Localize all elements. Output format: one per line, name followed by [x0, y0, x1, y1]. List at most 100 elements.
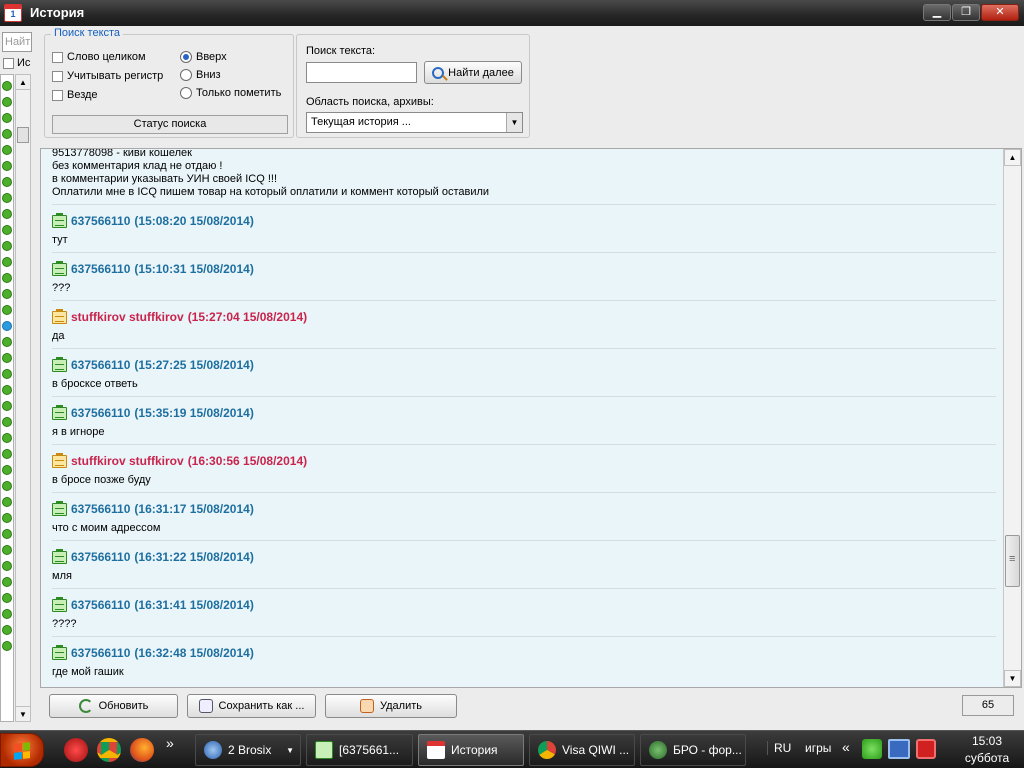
- contact-status-icon[interactable]: [2, 337, 12, 347]
- history-message[interactable]: 637566110 (16:31:17 15/08/2014) что с моим…: [52, 492, 996, 540]
- search-status-button[interactable]: Статус поиска: [52, 115, 288, 134]
- contact-status-icon[interactable]: [2, 81, 12, 91]
- mark-only-radio[interactable]: [180, 87, 192, 99]
- match-case-option[interactable]: Учитывать регистр: [52, 70, 163, 82]
- contact-search-input[interactable]: Найт: [2, 32, 32, 52]
- contact-status-icon[interactable]: [2, 129, 12, 139]
- contact-status-icon[interactable]: [2, 433, 12, 443]
- contact-filter-checkbox[interactable]: [3, 58, 14, 69]
- history-message[interactable]: 637566110 (15:35:19 15/08/2014) я в игноре: [52, 396, 996, 444]
- history-message[interactable]: 637566110 (15:08:20 15/08/2014) тут: [52, 204, 996, 252]
- contact-status-icon[interactable]: [2, 289, 12, 299]
- scroll-up-icon[interactable]: ▲: [16, 75, 30, 90]
- toolbar-games-label[interactable]: игры: [805, 741, 831, 755]
- history-scrollbar[interactable]: ▲ ▼: [1003, 149, 1021, 687]
- contact-status-icon[interactable]: [2, 593, 12, 603]
- contact-status-icon[interactable]: [2, 417, 12, 427]
- task-chrome-qiwi[interactable]: Visa QIWI ...: [529, 734, 635, 766]
- tray-expand-icon[interactable]: «: [842, 739, 850, 755]
- contact-status-icon[interactable]: [2, 481, 12, 491]
- minimize-button[interactable]: ▁: [923, 4, 951, 21]
- contact-status-icon[interactable]: [2, 529, 12, 539]
- chrome-quicklaunch-icon[interactable]: [97, 738, 121, 762]
- contact-status-icon[interactable]: [2, 609, 12, 619]
- match-case-checkbox[interactable]: [52, 70, 63, 82]
- save-as-button[interactable]: Сохранить как ...: [187, 694, 316, 718]
- contact-status-icon[interactable]: [2, 353, 12, 363]
- contact-status-icon[interactable]: [2, 577, 12, 587]
- start-button[interactable]: [0, 733, 44, 767]
- contact-status-icon[interactable]: [2, 641, 12, 651]
- direction-up-radio[interactable]: [180, 51, 192, 63]
- whole-word-option[interactable]: Слово целиком: [52, 51, 146, 63]
- contact-status-icon[interactable]: [2, 113, 12, 123]
- delete-button[interactable]: Удалить: [325, 694, 457, 718]
- icq-tray-icon[interactable]: [862, 739, 882, 759]
- whole-word-checkbox[interactable]: [52, 51, 63, 63]
- chevron-down-icon[interactable]: ▼: [506, 113, 522, 132]
- find-next-button[interactable]: Найти далее: [424, 61, 522, 84]
- search-text-input[interactable]: [306, 62, 417, 83]
- firefox-quicklaunch-icon[interactable]: [130, 738, 154, 762]
- direction-up-option[interactable]: Вверх: [180, 51, 227, 63]
- close-button[interactable]: ✕: [981, 4, 1019, 21]
- contact-status-icon[interactable]: [2, 449, 12, 459]
- contact-status-icon[interactable]: [2, 513, 12, 523]
- contact-status-icon[interactable]: [2, 625, 12, 635]
- contact-status-icon[interactable]: [2, 465, 12, 475]
- contact-tree-scrollbar[interactable]: ▲ ▼: [15, 74, 31, 722]
- history-message[interactable]: 637566110 (15:10:31 15/08/2014)???: [52, 252, 996, 300]
- contact-status-icon[interactable]: [2, 321, 12, 331]
- contact-status-icon[interactable]: [2, 257, 12, 267]
- task-brosix[interactable]: 2 Brosix ▼: [195, 734, 301, 766]
- contact-status-icon[interactable]: [2, 385, 12, 395]
- ok-quicklaunch-icon[interactable]: [64, 738, 88, 762]
- scroll-down-icon[interactable]: ▼: [16, 706, 30, 721]
- history-message[interactable]: 637566110 (16:32:48 15/08/2014) где мой га…: [52, 636, 996, 684]
- task-icq-message[interactable]: [6375661...: [306, 734, 413, 766]
- contact-status-icon[interactable]: [2, 177, 12, 187]
- refresh-button[interactable]: Обновить: [49, 694, 178, 718]
- scroll-up-icon[interactable]: ▲: [1004, 149, 1021, 166]
- search-area-select[interactable]: Текущая история ... ▼: [306, 112, 523, 133]
- contact-status-icon[interactable]: [2, 209, 12, 219]
- direction-down-option[interactable]: Вниз: [180, 69, 221, 81]
- history-scroll-thumb[interactable]: [1005, 535, 1020, 587]
- contact-scroll-thumb[interactable]: [17, 127, 29, 143]
- contact-tree[interactable]: [0, 74, 14, 722]
- language-indicator[interactable]: RU: [767, 741, 791, 755]
- contact-status-icon[interactable]: [2, 193, 12, 203]
- direction-down-radio[interactable]: [180, 69, 192, 81]
- contact-status-icon[interactable]: [2, 273, 12, 283]
- history-message[interactable]: stuffkirov stuffkirov (15:27:04 15/08/201…: [52, 300, 996, 348]
- contact-status-icon[interactable]: [2, 161, 12, 171]
- contact-status-icon[interactable]: [2, 97, 12, 107]
- contact-status-icon[interactable]: [2, 545, 12, 555]
- network-tray-icon[interactable]: [888, 739, 910, 759]
- scroll-down-icon[interactable]: ▼: [1004, 670, 1021, 687]
- message-sender: stuffkirov stuffkirov: [71, 310, 184, 324]
- everywhere-option[interactable]: Везде: [52, 89, 98, 101]
- quicklaunch-more-icon[interactable]: »: [166, 735, 174, 751]
- mark-only-option[interactable]: Только пометить: [180, 87, 281, 99]
- contact-status-icon[interactable]: [2, 241, 12, 251]
- history-message[interactable]: 637566110 (16:31:22 15/08/2014) мля: [52, 540, 996, 588]
- task-history[interactable]: История: [418, 734, 524, 766]
- restore-button[interactable]: ❐: [952, 4, 980, 21]
- history-message[interactable]: stuffkirov stuffkirov (16:30:56 15/08/201…: [52, 444, 996, 492]
- history-message[interactable]: 637566110 (16:31:41 15/08/2014)????: [52, 588, 996, 636]
- history-message[interactable]: 637566110 (15:27:25 15/08/2014) в броcксе …: [52, 348, 996, 396]
- recorder-tray-icon[interactable]: [916, 739, 936, 759]
- title-bar[interactable]: 1 История ▁ ❐ ✕: [0, 0, 1024, 26]
- contact-status-icon[interactable]: [2, 401, 12, 411]
- history-log[interactable]: 9513778098 - киви кошелек без комментари…: [40, 148, 1022, 688]
- everywhere-checkbox[interactable]: [52, 89, 63, 101]
- contact-status-icon[interactable]: [2, 369, 12, 379]
- contact-status-icon[interactable]: [2, 145, 12, 155]
- contact-status-icon[interactable]: [2, 305, 12, 315]
- task-forum[interactable]: БРО - фор...: [640, 734, 746, 766]
- contact-status-icon[interactable]: [2, 561, 12, 571]
- contact-status-icon[interactable]: [2, 225, 12, 235]
- contact-status-icon[interactable]: [2, 497, 12, 507]
- clock[interactable]: 15:03 суббота: [952, 733, 1022, 767]
